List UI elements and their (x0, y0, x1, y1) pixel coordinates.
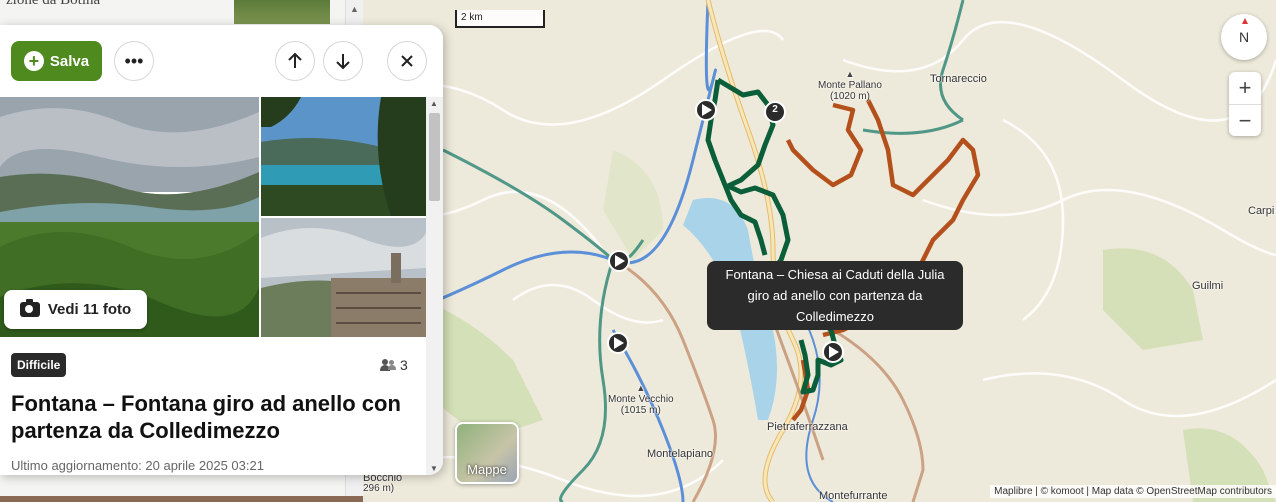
cluster-count[interactable]: 2 (765, 104, 785, 115)
place-carpi: Carpi (1248, 205, 1275, 217)
place-pietraferrazzana: Pietraferrazzana (767, 421, 848, 433)
more-options-button[interactable]: ••• (114, 41, 154, 81)
peak-monte-vecchio: ▲ Monte Vecchio (1015 m) (608, 383, 674, 416)
zoom-in-button[interactable]: + (1229, 72, 1261, 104)
close-button[interactable] (387, 41, 427, 81)
more-dots-icon: ••• (124, 50, 144, 71)
last-updated: Ultimo aggiornamento: 20 aprile 2025 03:… (11, 458, 264, 473)
close-icon (401, 55, 413, 67)
map-canvas[interactable]: 2 2 km ▲ Monte Pallano (1020 m) ▲ Monte … (363, 0, 1276, 502)
peak-triangle-icon: ▲ (845, 69, 855, 79)
difficulty-badge: Difficile (11, 353, 67, 377)
view-photos-button[interactable]: Vedi 11 foto (4, 290, 147, 329)
route-tooltip: Fontana – Chiesa ai Caduti della Julia g… (707, 261, 963, 330)
scroll-down-icon[interactable]: ▼ (430, 464, 438, 473)
zoom-out-button[interactable]: − (1229, 104, 1261, 136)
map-layers-label: Mappe (467, 462, 507, 477)
photo-secondary-village[interactable] (261, 218, 426, 337)
background-peek-text: zione da Botina (6, 0, 101, 8)
participants: 3 (380, 357, 408, 373)
save-button[interactable]: + Salva (11, 41, 102, 81)
next-button[interactable] (323, 41, 363, 81)
arrow-down-icon (336, 54, 350, 70)
tour-title: Fontana – Fontana giro ad anello con par… (11, 391, 401, 443)
photo-gallery: Vedi 11 foto (0, 97, 426, 337)
plus-circle-icon: + (23, 51, 44, 71)
map-layers-button[interactable]: Mappe (455, 422, 519, 484)
panel-scroll-thumb[interactable] (429, 113, 440, 201)
peak-name: Monte Vecchio (608, 394, 674, 405)
map-scale-label: 2 km (461, 12, 483, 23)
peak-elevation: (1020 m) (829, 91, 870, 102)
camera-icon (19, 299, 40, 317)
peak-triangle-icon: ▲ (636, 383, 646, 393)
background-peek-photo (234, 0, 330, 24)
panel-scrollbar[interactable]: ▲ ▼ (426, 97, 443, 475)
previous-button[interactable] (275, 41, 315, 81)
photo-lake-forest (261, 97, 426, 216)
tour-panel: + Salva ••• Vedi 11 foto ▲ ▼ Difficile 3… (0, 25, 443, 475)
arrow-up-icon (288, 52, 302, 68)
bottom-strip (0, 496, 363, 502)
save-button-label: Salva (49, 52, 90, 70)
scroll-up-arrow-icon[interactable]: ▲ (350, 4, 359, 14)
place-montelapiano: Montelapiano (647, 448, 714, 460)
place-bocchio-elevation: 296 m) (363, 483, 395, 494)
peak-name: Monte Pallano (818, 80, 882, 91)
view-photos-label: Vedi 11 foto (47, 301, 132, 318)
map-attribution[interactable]: Maplibre | © komoot | Map data © OpenStr… (990, 485, 1276, 498)
peak-elevation: (1015 m) (620, 405, 661, 416)
people-icon (380, 359, 396, 371)
place-guilmi: Guilmi (1192, 280, 1224, 292)
zoom-control: + − (1229, 72, 1261, 136)
scroll-up-icon[interactable]: ▲ (430, 99, 438, 108)
place-montefurrante: Montefurrante (819, 490, 888, 502)
compass-needle-icon (1242, 18, 1248, 24)
compass-label: N (1238, 29, 1250, 45)
app-root: zione da Botina ▲ 2 2 km ▲ Monte Pallano… (0, 0, 1276, 502)
photo-village (261, 218, 426, 337)
peak-monte-pallano: ▲ Monte Pallano (1020 m) (818, 69, 882, 102)
compass-button[interactable]: N (1221, 14, 1267, 60)
photo-secondary-lake[interactable] (261, 97, 426, 216)
participants-count: 3 (400, 357, 408, 373)
map-scale: 2 km (455, 10, 545, 28)
panel-toolbar: + Salva ••• (0, 25, 443, 97)
place-tornareccio: Tornareccio (930, 73, 987, 85)
